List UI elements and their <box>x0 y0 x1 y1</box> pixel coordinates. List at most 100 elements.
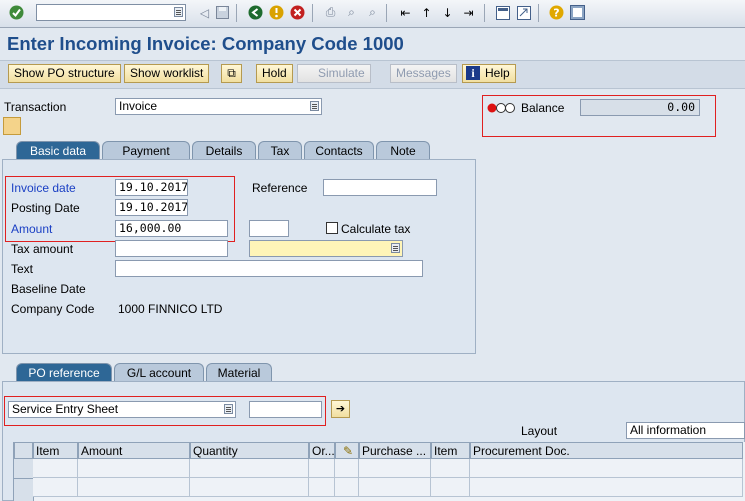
text-label: Text <box>11 262 34 276</box>
find-icon[interactable]: ⌕ <box>343 4 360 21</box>
balance-label: Balance <box>521 101 565 115</box>
arrow-right-icon: ➔ <box>335 402 346 415</box>
tax-amount-field[interactable] <box>115 240 228 257</box>
tab-po-reference[interactable]: PO reference <box>16 363 112 382</box>
tab-basic-data[interactable]: Basic data <box>16 141 100 160</box>
table-cell[interactable] <box>335 478 359 497</box>
table-cell[interactable] <box>78 459 190 478</box>
column-header-order-unit[interactable]: Or... <box>309 442 335 459</box>
tab-material[interactable]: Material <box>206 363 272 382</box>
table-cell[interactable] <box>359 478 431 497</box>
posting-date-field[interactable]: 19.10.2017 <box>115 199 188 216</box>
column-header-procurement-doc[interactable]: Procurement Doc. <box>470 442 743 459</box>
reference-type-dropdown-icon[interactable] <box>224 404 233 414</box>
customize-layout-icon[interactable] <box>569 4 586 21</box>
last-page-icon[interactable]: ⇥ <box>460 4 477 21</box>
help-icon[interactable]: ? <box>548 4 565 21</box>
print-icon[interactable]: ⎙ <box>322 4 339 21</box>
column-header-quantity[interactable]: Quantity <box>190 442 309 459</box>
transaction-dropdown-icon[interactable] <box>310 101 319 111</box>
tab-note[interactable]: Note <box>376 141 430 160</box>
transaction-select[interactable]: Invoice <box>115 98 322 115</box>
table-cell[interactable] <box>309 478 335 497</box>
layout-label: Layout <box>521 424 558 438</box>
column-header-purchase-order[interactable]: Purchase ... <box>359 442 431 459</box>
reference-number-field[interactable] <box>249 401 322 418</box>
show-po-structure-button[interactable]: Show PO structure <box>8 64 121 83</box>
messages-button[interactable]: Messages <box>390 64 457 83</box>
show-worklist-button[interactable]: Show worklist <box>124 64 210 83</box>
collapse-icon[interactable]: ◁ <box>196 4 213 21</box>
column-header-amount[interactable]: Amount <box>78 442 190 459</box>
previous-page-icon[interactable]: ↑ <box>418 4 435 21</box>
table-cell[interactable] <box>431 459 470 478</box>
column-header-indicator[interactable]: ✎ <box>335 442 359 459</box>
cancel-icon[interactable] <box>289 4 306 21</box>
tab-contacts[interactable]: Contacts <box>304 141 374 160</box>
table-cell[interactable] <box>78 478 190 497</box>
tab-details[interactable]: Details <box>192 141 256 160</box>
table-select-all[interactable] <box>14 442 33 459</box>
amount-field[interactable]: 16,000.00 <box>115 220 228 237</box>
tab-tax[interactable]: Tax <box>258 141 302 160</box>
other-document-button[interactable]: ⧉ <box>221 64 242 83</box>
simulate-button[interactable]: Simulate <box>297 64 371 83</box>
tab-gl-account[interactable]: G/L account <box>114 363 204 382</box>
table-cell[interactable] <box>309 459 335 478</box>
column-header-item[interactable]: Item <box>33 442 78 459</box>
toolbar-separator <box>312 4 313 22</box>
next-page-icon[interactable]: ↓ <box>439 4 456 21</box>
back-icon[interactable] <box>247 4 264 21</box>
first-page-icon[interactable]: ⇤ <box>397 4 414 21</box>
other-document-icon: ⧉ <box>227 66 236 80</box>
company-code-value: 1000 FINNICO LTD <box>118 302 223 316</box>
traffic-light-icon <box>486 102 516 117</box>
table-cell[interactable] <box>359 459 431 478</box>
new-session-icon[interactable] <box>494 4 511 21</box>
balance-value: 0.00 <box>580 99 700 116</box>
table-cell[interactable] <box>431 478 470 497</box>
hold-button[interactable]: Hold <box>256 64 293 83</box>
layout-select[interactable]: All information <box>626 422 745 439</box>
tab-payment[interactable]: Payment <box>102 141 190 160</box>
folder-icon[interactable] <box>3 117 21 135</box>
row-divider <box>14 478 33 479</box>
tax-code-select[interactable] <box>249 240 403 257</box>
enter-icon[interactable] <box>8 4 25 21</box>
baseline-date-label: Baseline Date <box>11 282 86 296</box>
page-title: Enter Incoming Invoice: Company Code 100… <box>7 33 404 54</box>
info-icon: i <box>466 66 480 80</box>
invoice-date-field[interactable]: 19.10.2017 <box>115 179 188 196</box>
transaction-label: Transaction <box>4 100 67 114</box>
posting-date-label: Posting Date <box>11 201 80 215</box>
table-cell[interactable] <box>33 459 78 478</box>
application-toolbar: Show PO structure Show worklist ⧉ Hold S… <box>0 60 745 89</box>
shortcut-icon[interactable] <box>515 4 532 21</box>
column-header-po-item[interactable]: Item <box>431 442 470 459</box>
row-selector-column[interactable] <box>14 459 34 501</box>
help-button[interactable]: i Help <box>462 64 516 83</box>
reference-type-select[interactable]: Service Entry Sheet <box>8 401 236 418</box>
tax-code-dropdown-icon[interactable] <box>391 243 400 253</box>
execute-arrow-button[interactable]: ➔ <box>331 400 350 418</box>
table-cell[interactable] <box>470 478 743 497</box>
find-next-icon[interactable]: ⌕ <box>364 4 381 21</box>
upper-tabstrip: Basic data Payment Details Tax Contacts … <box>16 141 716 160</box>
currency-field[interactable] <box>249 220 289 237</box>
command-dropdown-icon[interactable] <box>174 7 183 17</box>
table-cell[interactable] <box>190 459 309 478</box>
table-cell[interactable] <box>33 478 78 497</box>
table-cell[interactable] <box>335 459 359 478</box>
command-field[interactable] <box>36 4 186 21</box>
pencil-icon: ✎ <box>342 444 354 458</box>
reference-field[interactable] <box>323 179 437 196</box>
items-table: Item Amount Quantity Or... ✎ Purchase ..… <box>13 442 745 501</box>
exit-icon[interactable] <box>268 4 285 21</box>
simulate-label: Simulate <box>318 66 365 80</box>
calculate-tax-checkbox[interactable] <box>326 222 338 234</box>
text-field[interactable] <box>115 260 423 277</box>
standard-toolbar: ◁ ⎙ ⌕ ⌕ ⇤ ↑ ↓ ⇥ ? <box>0 0 745 28</box>
table-cell[interactable] <box>190 478 309 497</box>
table-cell[interactable] <box>470 459 743 478</box>
save-icon[interactable] <box>214 4 231 21</box>
